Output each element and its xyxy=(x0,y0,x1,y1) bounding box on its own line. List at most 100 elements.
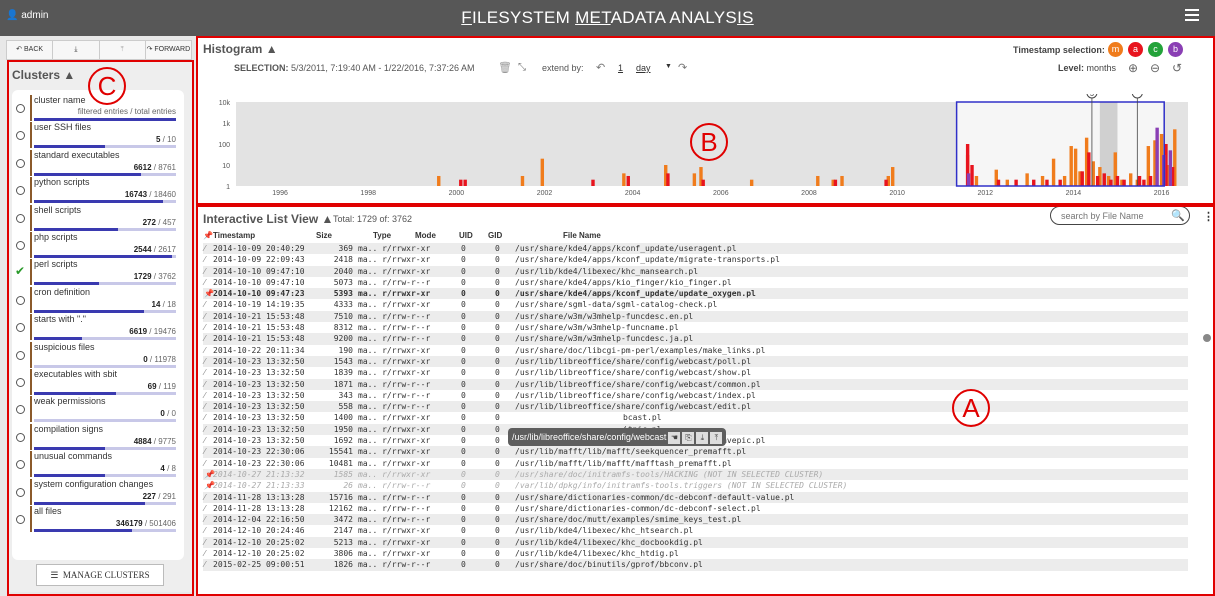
cluster-item[interactable]: weak permissions 0 / 0 xyxy=(12,395,184,423)
extend-amount[interactable]: 1 xyxy=(618,63,623,73)
pin-icon[interactable]: ⁄ xyxy=(204,548,205,559)
cluster-radio[interactable] xyxy=(16,378,25,387)
histogram-title[interactable]: Histogram ▲ xyxy=(203,42,278,56)
table-row[interactable]: ⁄ 2014-10-23 13:32:50 558 ma.. r/rrw-r--r 0 0… xyxy=(203,401,1188,413)
cluster-item[interactable]: executables with sbit 69 / 119 xyxy=(12,368,184,396)
cell-filename[interactable]: /usr/share/w3m/w3mhelp-funcdesc.en.pl xyxy=(515,311,693,322)
pin-icon[interactable]: ⁄ xyxy=(204,424,205,435)
cluster-radio[interactable] xyxy=(16,432,25,442)
pin-icon[interactable]: ⁄ xyxy=(204,254,205,265)
cluster-radio[interactable] xyxy=(16,104,25,113)
more-vert-icon[interactable]: ⋮ xyxy=(1203,210,1214,223)
upload-button[interactable]: ⤒ xyxy=(100,41,146,59)
copy-icon[interactable]: ⎘ xyxy=(682,431,695,444)
pin-icon[interactable]: ⁄ xyxy=(204,525,205,536)
timestamp-button-a[interactable]: a xyxy=(1128,42,1143,57)
table-row[interactable]: ⁄ 2014-12-04 22:16:50 3472 ma.. r/rrw-r--r 0… xyxy=(203,514,1188,526)
table-row[interactable]: ⁄ 2014-10-23 22:30:06 10481 ma.. r/rrwxr-xr… xyxy=(203,458,1188,469)
col-filename[interactable]: File Name xyxy=(563,231,601,240)
pin-icon[interactable]: ⁄ xyxy=(204,401,205,412)
extend-back-icon[interactable]: ↶ xyxy=(596,61,605,74)
search-input[interactable] xyxy=(1050,206,1190,225)
col-size[interactable]: Size xyxy=(316,231,332,240)
pin-icon[interactable]: ⁄ xyxy=(204,446,205,457)
marker-handle[interactable] xyxy=(1131,94,1143,99)
table-row[interactable]: ⁄ 2014-10-21 15:53:48 7510 ma.. r/rrw-r--r 0… xyxy=(203,310,1188,323)
forward-button[interactable]: ↷ FORWARD xyxy=(146,41,191,59)
table-row[interactable]: ⁄ 2014-12-10 20:25:02 5213 ma.. r/rrwxr-xr 0… xyxy=(203,536,1188,549)
back-button[interactable]: ↶ BACK xyxy=(7,41,54,59)
timestamp-button-m[interactable]: m xyxy=(1108,42,1123,57)
table-row[interactable]: ⁄ 2014-10-21 15:53:48 8312 ma.. r/rrw-r--r 0… xyxy=(203,322,1188,333)
pin-icon[interactable]: ⁄ xyxy=(204,412,205,423)
col-timestamp[interactable]: Timestamp xyxy=(213,231,255,240)
cluster-radio[interactable] xyxy=(16,213,25,223)
pin-icon[interactable]: ⁄ xyxy=(204,333,205,344)
table-row[interactable]: ⁄ 2014-10-23 13:32:50 1839 ma.. r/rrwxr-xr 0… xyxy=(203,367,1188,378)
cell-filename[interactable]: bcast.pl xyxy=(623,412,662,423)
upload-icon[interactable]: ⤒ xyxy=(710,431,723,444)
download-icon[interactable]: ⤓ xyxy=(696,431,709,444)
table-row[interactable]: ⁄ 2015-02-25 09:00:51 1826 ma.. r/rrw-r--r 0… xyxy=(203,559,1188,571)
cluster-radio[interactable] xyxy=(16,350,25,360)
table-row[interactable]: ⁄ 2014-10-09 22:09:43 2418 ma.. r/rrwxr-xr 0… xyxy=(203,254,1188,265)
cluster-radio[interactable] xyxy=(16,295,25,305)
table-row[interactable]: 📌 2014-10-10 09:47:23 5393 ma.. r/rrwxr-xr 0… xyxy=(203,288,1188,300)
cell-filename[interactable]: /usr/share/doc/libcgi-pm-perl/examples/m… xyxy=(515,345,765,356)
cluster-item[interactable]: unusual commands 4 / 8 xyxy=(12,450,184,478)
cell-filename[interactable]: /usr/lib/kde4/libexec/khc_mansearch.pl xyxy=(515,266,698,277)
table-row[interactable]: ⁄ 2014-10-21 15:53:48 9200 ma.. r/rrw-r--r 0… xyxy=(203,333,1188,345)
pin-icon[interactable]: ⁄ xyxy=(204,379,205,390)
cell-filename[interactable]: /usr/share/dictionaries-common/dc-debcon… xyxy=(515,492,794,503)
cluster-item[interactable]: ✔ perl scripts 1729 / 3762 xyxy=(12,258,184,286)
collapse-selection-icon[interactable]: ⤡ xyxy=(518,62,526,73)
cell-filename[interactable]: /usr/share/sgml-data/sgml-catalog-check.… xyxy=(515,299,717,310)
zoom-reset-icon[interactable]: ↺ xyxy=(1172,61,1182,75)
cluster-item[interactable]: suspicious files 0 / 11978 xyxy=(12,341,184,369)
cluster-radio[interactable] xyxy=(16,323,25,333)
timestamp-button-b[interactable]: b xyxy=(1168,42,1183,57)
pin-icon[interactable]: ⁄ xyxy=(204,458,205,469)
pin-icon[interactable]: ⁄ xyxy=(204,356,205,367)
pin-icon[interactable]: ⁄ xyxy=(204,243,205,254)
pin-icon[interactable]: ⁄ xyxy=(204,514,205,525)
cell-filename[interactable]: /usr/share/kde4/apps/kconf_update/migrat… xyxy=(515,254,780,265)
extend-forward-icon[interactable]: ↷ xyxy=(678,61,687,74)
cell-filename[interactable]: /usr/lib/mafft/lib/mafft/mafftash_premaf… xyxy=(515,458,732,469)
col-mode[interactable]: Mode xyxy=(415,231,436,240)
cell-filename[interactable]: /usr/lib/libreoffice/share/config/webcas… xyxy=(515,379,761,390)
cluster-item[interactable]: all files 346179 / 501406 xyxy=(12,505,184,533)
pin-icon[interactable]: ⁄ xyxy=(204,266,205,277)
table-row[interactable]: ⁄ 2014-11-28 13:13:28 12162 ma.. r/rrw-r--r… xyxy=(203,503,1188,514)
check-icon[interactable]: ✔ xyxy=(15,264,25,278)
download-button[interactable]: ⤓ xyxy=(53,41,100,59)
list-title[interactable]: Interactive List View ▲ xyxy=(203,212,333,226)
cluster-item[interactable]: standard executables 6612 / 8761 xyxy=(12,149,184,177)
table-row[interactable]: 📌 2014-10-27 21:13:33 26 ma.. r/rrw-r--r 0 0/… xyxy=(203,480,1188,491)
cell-filename[interactable]: /usr/share/kde4/apps/kconf_update/userag… xyxy=(515,243,737,254)
table-row[interactable]: ⁄ 2014-10-23 13:32:50 1871 ma.. r/rrw-r--r 0… xyxy=(203,378,1188,390)
clusters-title[interactable]: Clusters ▲ xyxy=(12,68,75,82)
pin-icon[interactable]: ⁄ xyxy=(204,345,205,356)
caret-down-icon[interactable]: ▼ xyxy=(665,63,672,70)
cluster-item[interactable]: system configuration changes 227 / 291 xyxy=(12,478,184,506)
pin-icon[interactable]: ⁄ xyxy=(204,277,205,288)
cell-filename[interactable]: /usr/lib/libreoffice/share/config/webcas… xyxy=(515,367,751,378)
pin-icon[interactable]: ⁄ xyxy=(204,537,205,548)
cell-filename[interactable]: /var/lib/dpkg/info/initramfs-tools.trigg… xyxy=(515,480,847,491)
table-row[interactable]: 📌 2014-10-27 21:13:32 1585 ma.. r/rrwxr-xr 0… xyxy=(203,468,1188,481)
cell-filename[interactable]: /usr/share/kde4/apps/kio_finger/kio_fing… xyxy=(515,277,732,288)
pin-icon[interactable]: ⁄ xyxy=(204,503,205,514)
pin-icon[interactable]: ⁄ xyxy=(204,311,205,322)
cluster-radio[interactable] xyxy=(16,241,25,250)
pin-icon[interactable]: ⁄ xyxy=(204,322,205,333)
cell-filename[interactable]: /usr/share/dictionaries-common/dc-debcon… xyxy=(515,503,761,514)
cell-filename[interactable]: /usr/share/doc/binutils/gprof/bbconv.pl xyxy=(515,559,703,570)
table-row[interactable]: ⁄ 2014-12-10 20:25:02 3806 ma.. r/rrwxr-xr 0… xyxy=(203,548,1188,559)
cluster-radio[interactable] xyxy=(16,131,25,141)
col-type[interactable]: Type xyxy=(373,231,391,240)
cell-filename[interactable]: /usr/lib/kde4/libexec/khc_htsearch.pl xyxy=(515,525,693,536)
col-gid[interactable]: GID xyxy=(488,231,502,240)
manage-clusters-button[interactable]: ☰ MANAGE CLUSTERS xyxy=(36,564,164,586)
cluster-radio[interactable] xyxy=(16,515,25,524)
